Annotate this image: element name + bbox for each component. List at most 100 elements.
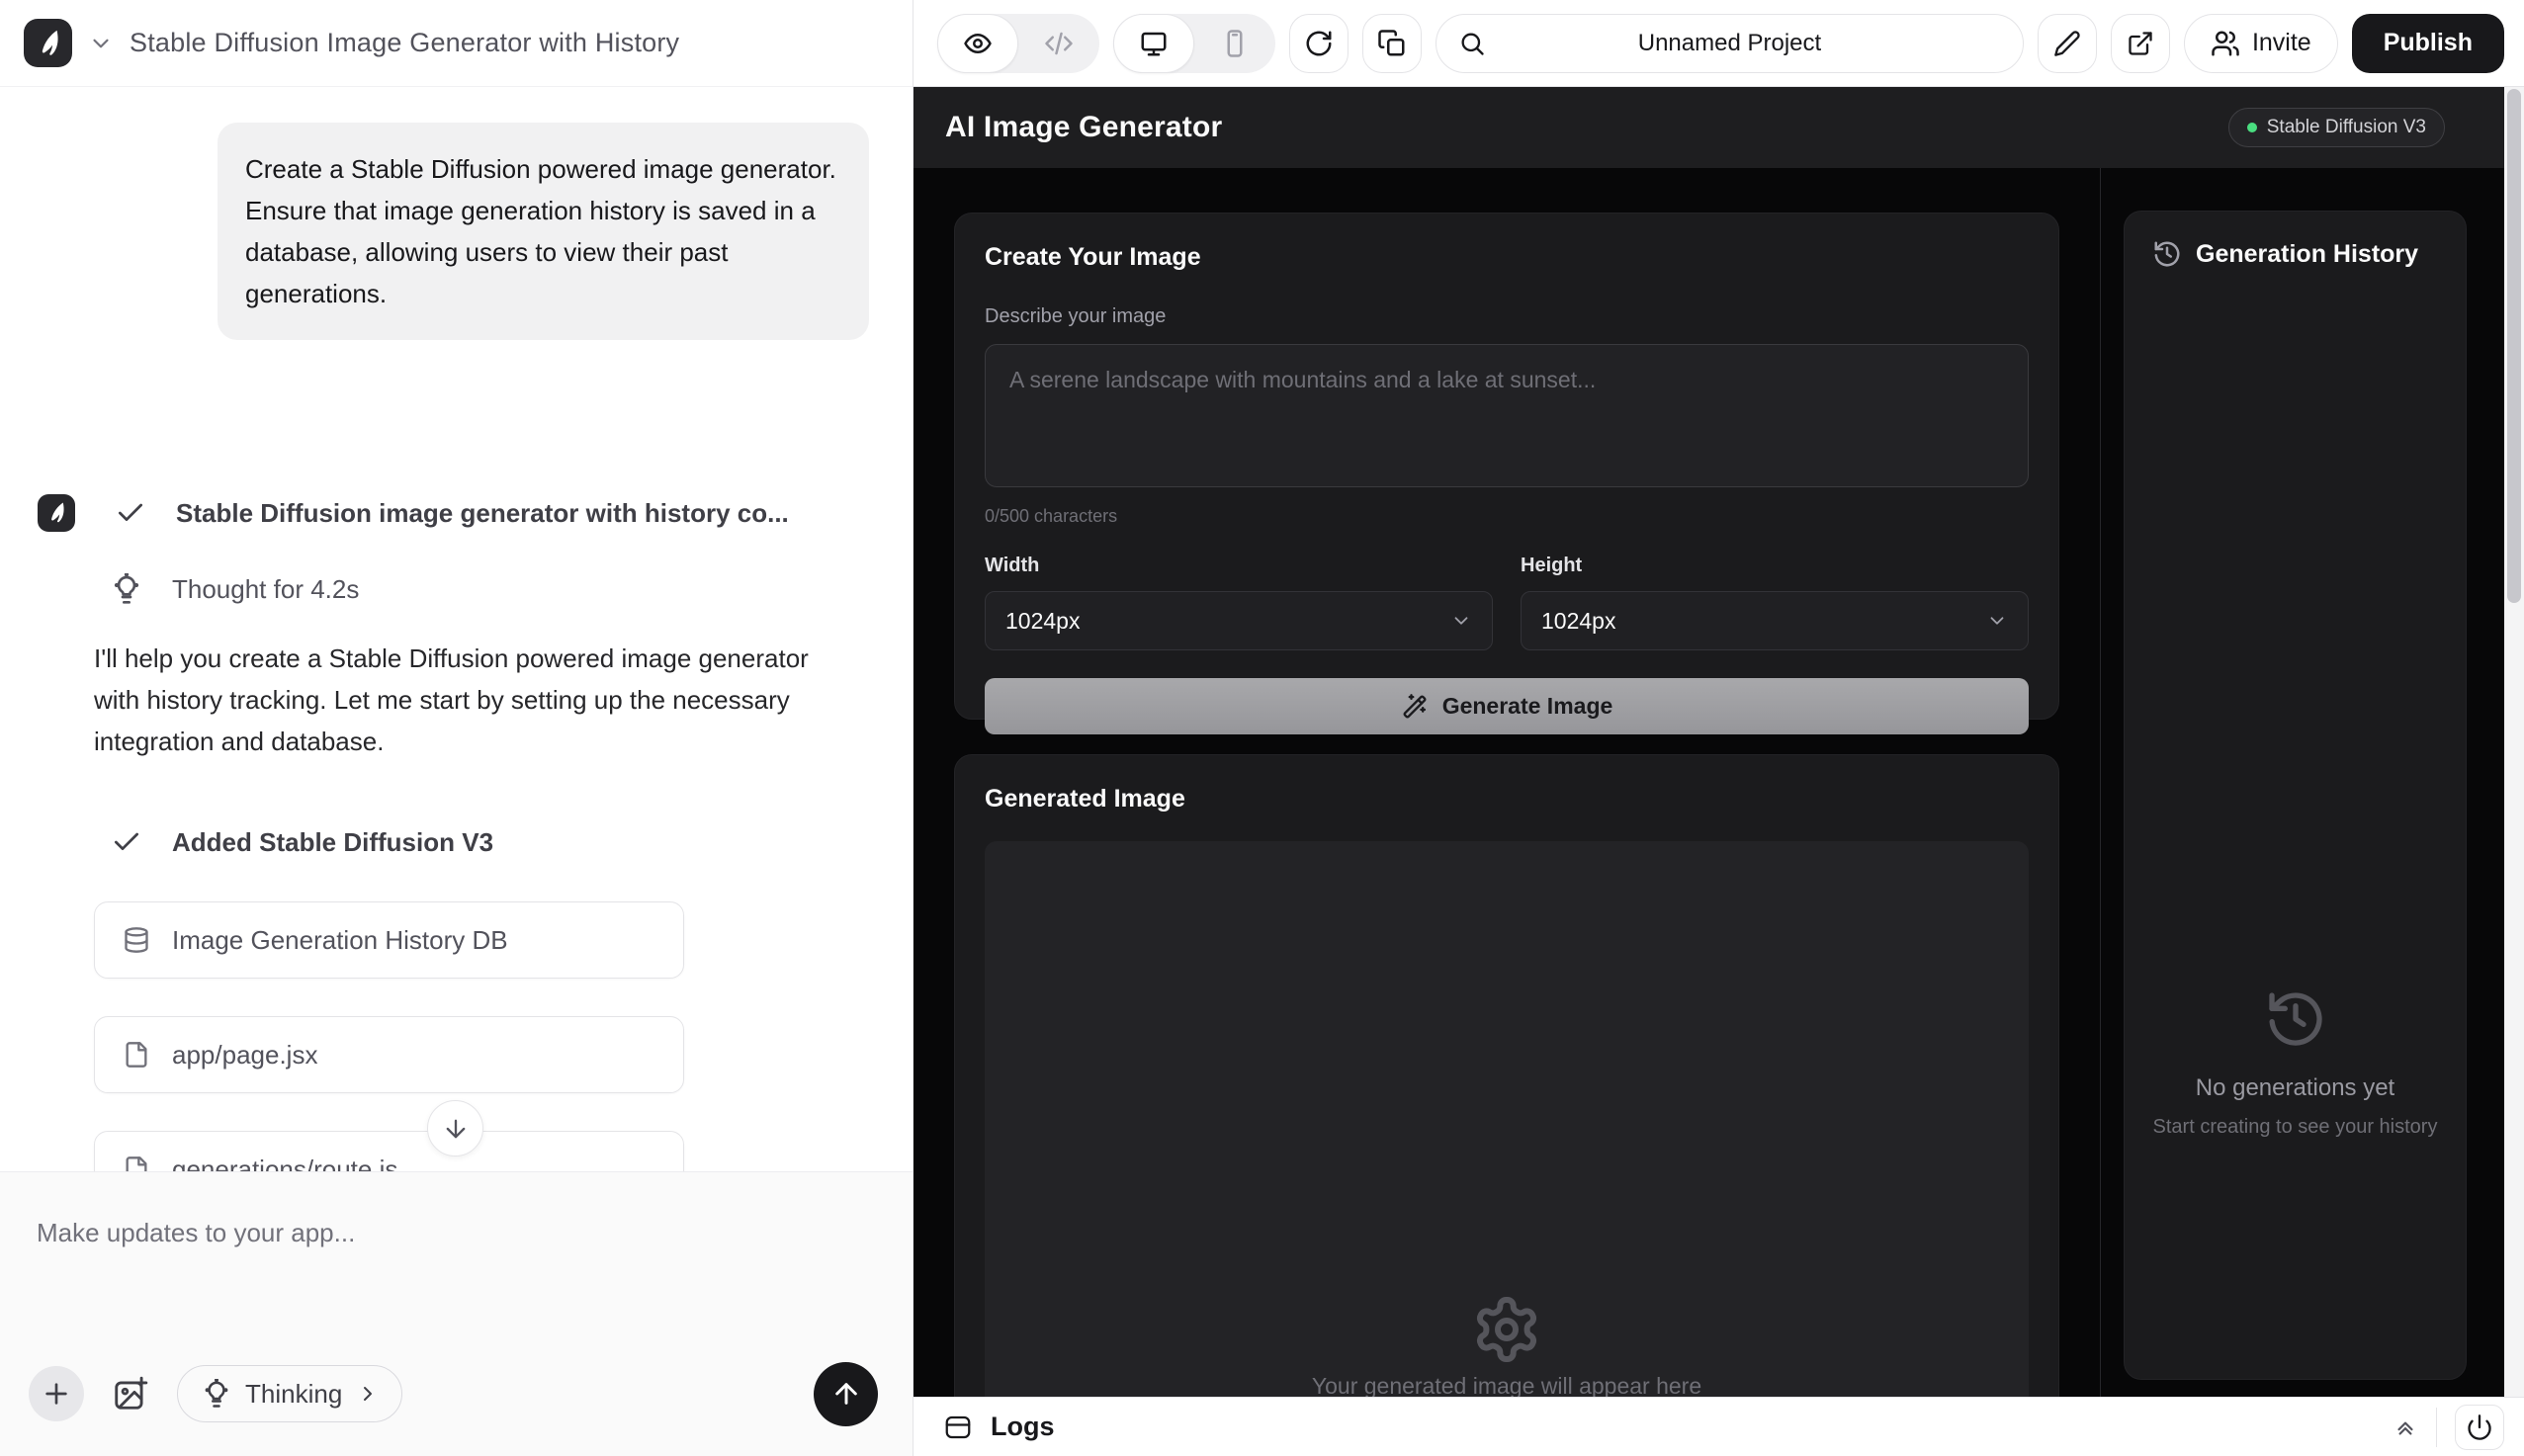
- generated-card-title: Generated Image: [985, 785, 2029, 814]
- assistant-summary-row: Stable Diffusion image generator with hi…: [38, 494, 789, 532]
- task-summary[interactable]: Stable Diffusion image generator with hi…: [176, 498, 789, 529]
- add-attachment-button[interactable]: [29, 1366, 84, 1421]
- scroll-to-bottom-button[interactable]: [427, 1100, 483, 1156]
- preview-mode-button[interactable]: [937, 14, 1018, 73]
- chevron-down-icon: [1986, 610, 2008, 632]
- thought-duration: Thought for 4.2s: [172, 574, 359, 605]
- divider: [2436, 1408, 2437, 1447]
- chevron-down-icon: [1450, 610, 1472, 632]
- status-dot: [2247, 123, 2257, 132]
- add-image-button[interactable]: [112, 1375, 149, 1413]
- code-icon: [1044, 29, 1074, 58]
- app-preview: AI Image Generator Stable Diffusion V3 C…: [914, 87, 2524, 1397]
- logo-swoosh-icon: [30, 25, 67, 62]
- code-mode-button[interactable]: [1018, 14, 1099, 73]
- chevron-up-icon: [2393, 1414, 2418, 1440]
- composer: Make updates to your app... Thinking: [0, 1171, 913, 1456]
- chevron-down-icon[interactable]: [88, 31, 114, 56]
- project-name: Unnamed Project: [1436, 30, 2023, 57]
- chat-pane: Stable Diffusion Image Generator with Hi…: [0, 0, 914, 1456]
- history-icon: [2264, 987, 2327, 1051]
- pencil-icon: [2053, 30, 2081, 57]
- generated-app-header: AI Image Generator Stable Diffusion V3: [914, 87, 2504, 168]
- publish-button[interactable]: Publish: [2352, 14, 2504, 73]
- invite-button[interactable]: Invite: [2184, 14, 2338, 73]
- copy-button[interactable]: [1362, 14, 1422, 73]
- refresh-icon: [1304, 29, 1334, 58]
- users-icon: [2211, 29, 2240, 58]
- generate-label: Generate Image: [1442, 693, 1613, 720]
- generator-main-column: Create Your Image Describe your image 0/…: [914, 168, 2100, 1397]
- dimensions-row: Width 1024px Height 1024px: [985, 555, 2029, 650]
- expand-logs-button[interactable]: [2393, 1414, 2418, 1440]
- assistant-paragraph: I'll help you create a Stable Diffusion …: [94, 638, 860, 762]
- width-select[interactable]: 1024px: [985, 591, 1493, 650]
- user-message-bubble: Create a Stable Diffusion powered image …: [218, 123, 869, 340]
- artifact-label: generations/route.js: [172, 1155, 397, 1172]
- char-counter: 0/500 characters: [985, 506, 2029, 527]
- create-image-card: Create Your Image Describe your image 0/…: [954, 213, 2059, 720]
- thinking-mode-selector[interactable]: Thinking: [177, 1365, 402, 1422]
- arrow-down-icon: [442, 1115, 470, 1143]
- image-plus-icon: [112, 1375, 149, 1413]
- width-label: Width: [985, 555, 1493, 577]
- send-button[interactable]: [814, 1362, 878, 1426]
- app-logo[interactable]: [24, 19, 72, 67]
- describe-label: Describe your image: [985, 305, 2029, 328]
- width-value: 1024px: [1005, 608, 1080, 635]
- added-step-label: Added Stable Diffusion V3: [172, 827, 493, 858]
- logs-panel-icon: [943, 1413, 973, 1442]
- file-icon: [123, 1041, 150, 1069]
- generated-empty-text: Your generated image will appear here: [985, 1373, 2029, 1397]
- phone-icon: [1220, 29, 1250, 58]
- invite-label: Invite: [2252, 29, 2311, 57]
- assistant-avatar: [38, 494, 75, 532]
- check-icon: [111, 826, 142, 858]
- refresh-button[interactable]: [1289, 14, 1349, 73]
- height-select[interactable]: 1024px: [1521, 591, 2029, 650]
- preview-pane: Unnamed Project Invite Publish AI Image …: [914, 0, 2524, 1456]
- open-external-button[interactable]: [2111, 14, 2170, 73]
- scrollbar-thumb[interactable]: [2507, 89, 2521, 603]
- generate-image-button[interactable]: Generate Image: [985, 678, 2029, 734]
- desktop-view-button[interactable]: [1113, 14, 1194, 73]
- copy-icon: [1377, 29, 1407, 58]
- logs-label[interactable]: Logs: [991, 1412, 1055, 1442]
- preview-scrollbar[interactable]: [2504, 87, 2524, 1397]
- logs-controls: [2393, 1405, 2504, 1450]
- history-header: Generation History: [2152, 239, 2438, 269]
- chat-messages[interactable]: Create a Stable Diffusion powered image …: [0, 87, 913, 1171]
- logo-swoosh-icon: [42, 498, 71, 528]
- plus-icon: [41, 1378, 72, 1410]
- artifact-card-database[interactable]: Image Generation History DB: [94, 901, 684, 979]
- rename-button[interactable]: [2038, 14, 2097, 73]
- create-card-title: Create Your Image: [985, 243, 2029, 272]
- prompt-input[interactable]: [985, 344, 2029, 487]
- added-step-row: Added Stable Diffusion V3: [111, 826, 493, 858]
- database-icon: [123, 926, 150, 954]
- composer-toolbar: Thinking: [29, 1361, 878, 1426]
- history-sidebar: Generation History No generations yet St…: [2100, 168, 2504, 1397]
- artifact-label: Image Generation History DB: [172, 925, 508, 956]
- lightbulb-icon: [202, 1379, 231, 1409]
- artifact-label: app/page.jsx: [172, 1040, 317, 1071]
- height-value: 1024px: [1541, 608, 1615, 635]
- artifact-card-file[interactable]: generations/route.js: [94, 1131, 684, 1171]
- thought-row[interactable]: Thought for 4.2s: [111, 573, 359, 605]
- chat-header: Stable Diffusion Image Generator with Hi…: [0, 0, 913, 87]
- composer-input[interactable]: Make updates to your app...: [37, 1218, 873, 1248]
- model-badge-label: Stable Diffusion V3: [2267, 117, 2426, 138]
- mobile-view-button[interactable]: [1194, 14, 1275, 73]
- project-url-field[interactable]: Unnamed Project: [1436, 14, 2024, 73]
- artifact-card-file[interactable]: app/page.jsx: [94, 1016, 684, 1093]
- power-icon: [2466, 1413, 2493, 1441]
- chevron-right-icon: [356, 1382, 380, 1406]
- history-empty-state: No generations yet Start creating to see…: [2125, 987, 2466, 1139]
- device-toggle: [1113, 14, 1275, 73]
- external-link-icon: [2127, 30, 2154, 57]
- monitor-icon: [1139, 29, 1169, 58]
- thinking-label: Thinking: [245, 1379, 342, 1410]
- arrow-up-icon: [830, 1378, 862, 1410]
- history-title: Generation History: [2196, 240, 2418, 269]
- power-button[interactable]: [2455, 1405, 2504, 1450]
